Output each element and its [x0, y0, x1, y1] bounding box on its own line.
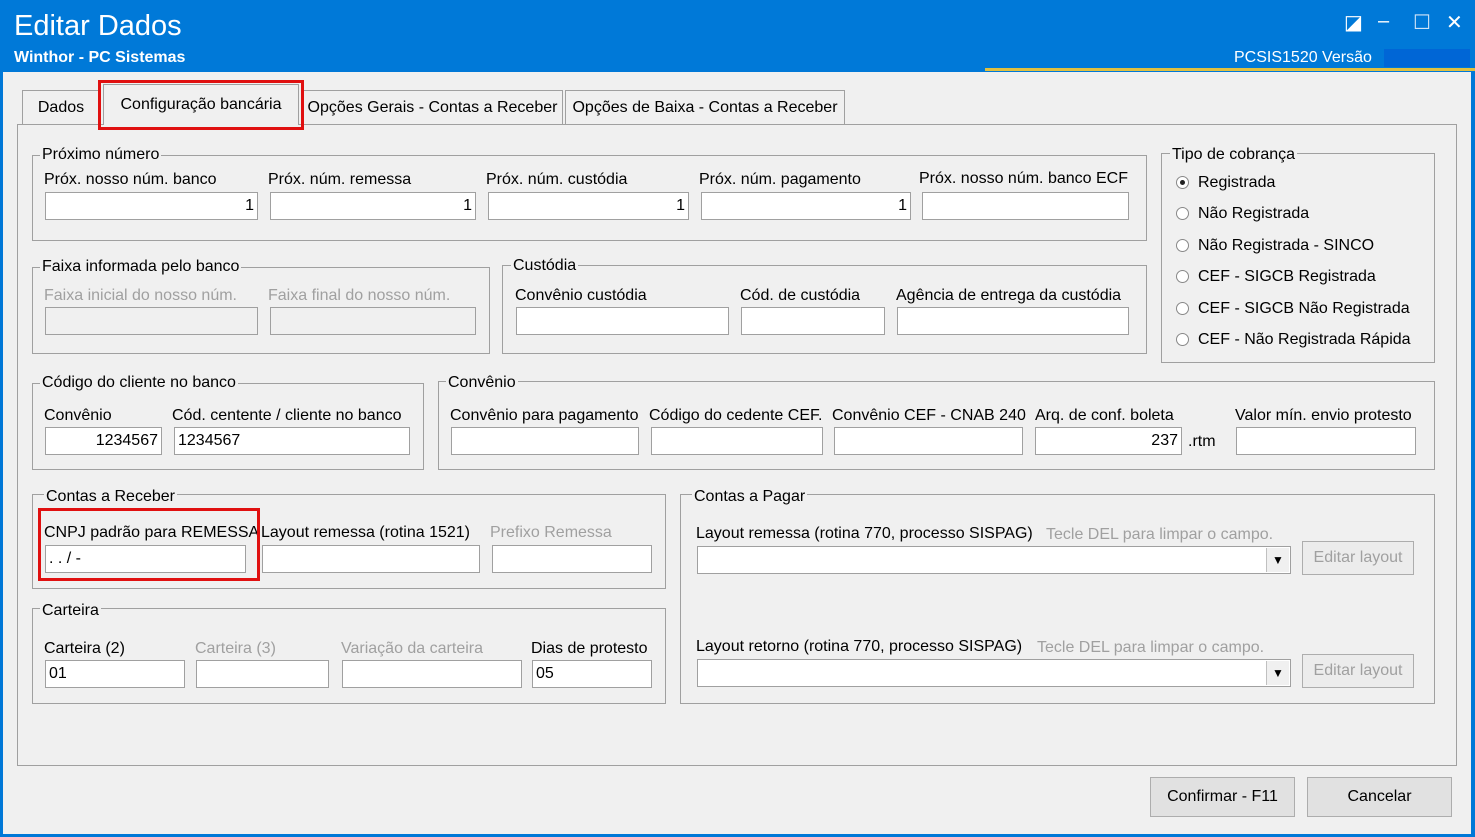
tab-dados[interactable]: Dados — [22, 90, 100, 124]
field-label: Próx. núm. pagamento — [699, 171, 861, 188]
radio-registrada[interactable] — [1176, 176, 1189, 189]
group-convenio — [438, 381, 1435, 470]
tab-opcoes-baixa[interactable]: Opções de Baixa - Contas a Receber — [565, 90, 845, 124]
field-label: Convênio custódia — [515, 287, 647, 304]
carteira2-input[interactable]: 01 — [45, 660, 185, 688]
version-value — [1384, 49, 1470, 67]
group-title: Custódia — [511, 257, 579, 275]
cancel-button[interactable]: Cancelar — [1307, 777, 1452, 817]
editar-layout-remessa-button[interactable]: Editar layout — [1302, 541, 1414, 575]
convenio-cnab-input[interactable] — [834, 427, 1023, 455]
chevron-down-icon[interactable]: ▼ — [1266, 548, 1289, 572]
close-button[interactable]: ✕ — [1446, 10, 1463, 35]
prox-num-pagamento-input[interactable]: 1 — [701, 192, 911, 220]
program-version: PCSIS1520 Versão — [1234, 49, 1372, 66]
field-label: Próx. núm. remessa — [268, 171, 412, 188]
layout-retorno-dropdown[interactable]: ▼ — [697, 659, 1291, 687]
field-label: Layout remessa (rotina 1521) — [261, 524, 470, 541]
field-label: Dias de protesto — [531, 640, 648, 657]
cod-custodia-input[interactable] — [741, 307, 885, 335]
field-label: Próx. nosso núm. banco — [44, 171, 217, 188]
valor-min-protesto-input[interactable] — [1236, 427, 1416, 455]
window-subtitle: Winthor - PC Sistemas — [14, 49, 186, 66]
group-title: Tipo de cobrança — [1170, 146, 1298, 164]
faixa-inicial-input — [45, 307, 258, 335]
highlight-tab — [98, 80, 304, 130]
tab-opcoes-gerais[interactable]: Opções Gerais - Contas a Receber — [302, 90, 563, 124]
field-label: Agência de entrega da custódia — [896, 287, 1122, 304]
group-title: Contas a Receber — [44, 488, 177, 506]
group-title: Faixa informada pelo banco — [40, 258, 242, 276]
group-title: Carteira — [40, 602, 101, 620]
layout-remessa-dropdown[interactable]: ▼ — [697, 546, 1291, 574]
radio-label: CEF - SIGCB Registrada — [1198, 268, 1376, 285]
field-label: Carteira (2) — [44, 640, 125, 657]
field-label: Convênio CEF - CNAB 240 — [832, 407, 1026, 424]
field-label: Prefixo Remessa — [490, 524, 612, 541]
field-label: Convênio — [44, 407, 112, 424]
field-hint: Tecle DEL para limpar o campo. — [1037, 639, 1265, 656]
field-label: Carteira (3) — [195, 640, 276, 657]
radio-label: Não Registrada — [1198, 205, 1310, 222]
radio-cef-nao-registrada-rapida[interactable] — [1176, 333, 1189, 346]
extension-label: .rtm — [1188, 433, 1216, 450]
convenio-custodia-input[interactable] — [516, 307, 729, 335]
minimize-button[interactable]: – — [1378, 10, 1389, 33]
radio-label: Registrada — [1198, 174, 1276, 191]
group-title: Convênio — [446, 374, 518, 392]
highlight-cnpj — [38, 508, 260, 581]
variacao-carteira-input — [342, 660, 522, 688]
group-title: Próximo número — [40, 146, 162, 164]
prox-num-custodia-input[interactable]: 1 — [488, 192, 689, 220]
field-label: Convênio para pagamento — [450, 407, 639, 424]
convenio-pagamento-input[interactable] — [451, 427, 639, 455]
radio-cef-sigcb-registrada[interactable] — [1176, 270, 1189, 283]
field-label: Arq. de conf. boleta — [1035, 407, 1174, 424]
dias-protesto-input[interactable]: 05 — [532, 660, 652, 688]
prefixo-remessa-input — [492, 545, 652, 573]
chevron-down-icon[interactable]: ▼ — [1266, 661, 1289, 685]
field-label: Cód. centente / cliente no banco — [172, 407, 402, 424]
window-title: Editar Dados — [14, 10, 182, 42]
radio-cef-sigcb-nao-registrada[interactable] — [1176, 302, 1189, 315]
field-label: Faixa final do nosso núm. — [268, 287, 451, 304]
confirm-button[interactable]: Confirmar - F11 — [1150, 777, 1295, 817]
faixa-final-input — [270, 307, 476, 335]
group-title: Código do cliente no banco — [40, 374, 238, 392]
prox-num-remessa-input[interactable]: 1 — [270, 192, 476, 220]
field-label: Próx. nosso núm. banco ECF — [919, 170, 1128, 187]
radio-label: CEF - Não Registrada Rápida — [1198, 331, 1411, 348]
field-label: Código do cedente CEF. — [649, 407, 823, 424]
editar-layout-retorno-button[interactable]: Editar layout — [1302, 654, 1414, 688]
pin-icon[interactable]: ◪ — [1344, 10, 1363, 35]
prox-nosso-num-banco-ecf-input[interactable] — [922, 192, 1129, 220]
convenio-input[interactable]: 1234567 — [45, 427, 162, 455]
prox-nosso-num-banco-input[interactable]: 1 — [45, 192, 258, 220]
group-title: Contas a Pagar — [692, 488, 808, 506]
layout-remessa-1521-input[interactable] — [262, 545, 480, 573]
field-hint: Tecle DEL para limpar o campo. — [1046, 526, 1274, 543]
maximize-button[interactable]: ☐ — [1413, 10, 1431, 35]
field-label: Layout retorno (rotina 770, processo SIS… — [696, 638, 1023, 655]
field-label: Valor mín. envio protesto — [1235, 407, 1412, 424]
radio-nao-registrada-sinco[interactable] — [1176, 239, 1189, 252]
field-label: Variação da carteira — [341, 640, 483, 657]
radio-label: Não Registrada - SINCO — [1198, 237, 1375, 254]
field-label: Cód. de custódia — [740, 287, 861, 304]
field-label: Faixa inicial do nosso núm. — [44, 287, 237, 304]
title-accent-line — [985, 68, 1475, 71]
field-label: Próx. núm. custódia — [486, 171, 628, 188]
field-label: Layout remessa (rotina 770, processo SIS… — [696, 525, 1033, 542]
radio-label: CEF - SIGCB Não Registrada — [1198, 300, 1410, 317]
cod-cedente-input[interactable]: 1234567 — [174, 427, 410, 455]
agencia-custodia-input[interactable] — [897, 307, 1129, 335]
codigo-cedente-cef-input[interactable] — [651, 427, 823, 455]
arq-conf-boleta-input[interactable]: 237 — [1035, 427, 1182, 455]
radio-nao-registrada[interactable] — [1176, 207, 1189, 220]
carteira3-input — [196, 660, 329, 688]
